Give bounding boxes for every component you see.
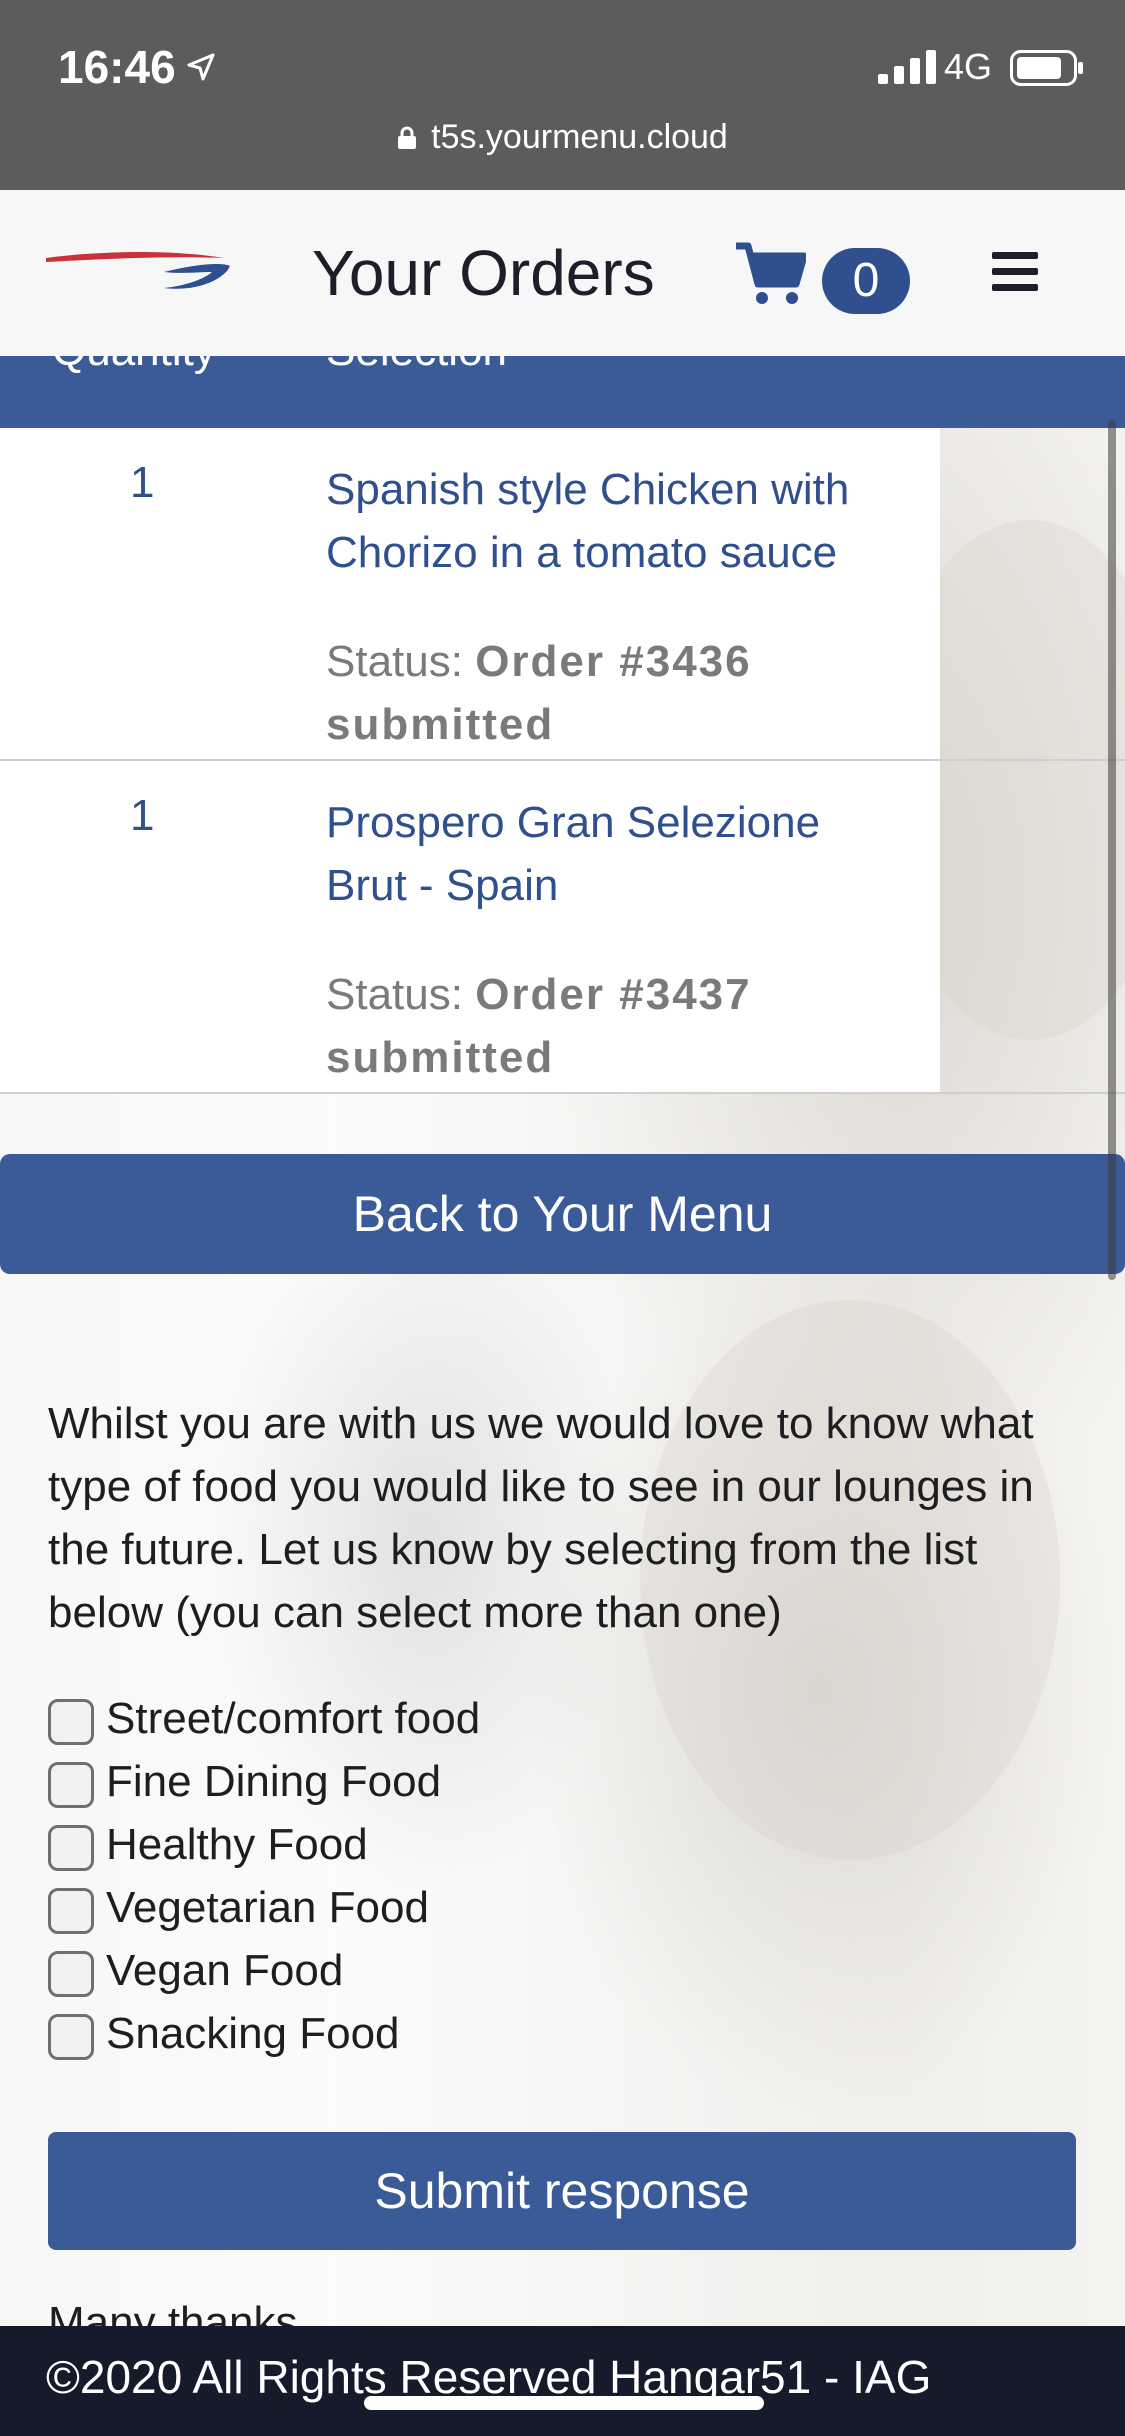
order-selection[interactable]: Spanish style Chicken with Chorizo in a … <box>326 458 886 584</box>
home-indicator[interactable] <box>364 2396 764 2410</box>
signal-strength-icon <box>878 50 936 84</box>
option-snacking-food[interactable]: Snacking Food <box>48 2009 400 2069</box>
page-footer: ©2020 All Rights Reserved Hangar51 - IAG <box>0 2326 1125 2436</box>
order-status: Status: Order #3436 submitted <box>326 630 886 756</box>
option-healthy-food[interactable]: Healthy Food <box>48 1820 368 1880</box>
airline-logo[interactable] <box>46 248 230 294</box>
option-label: Vegetarian Food <box>106 1883 429 1932</box>
option-label: Healthy Food <box>106 1820 368 1869</box>
location-arrow-icon <box>187 53 215 81</box>
option-street-comfort-food[interactable]: Street/comfort food <box>48 1694 480 1754</box>
status-label: Status: <box>326 970 463 1019</box>
column-header-quantity: Quantity <box>52 356 216 376</box>
order-row: 1 Spanish style Chicken with Chorizo in … <box>0 428 940 759</box>
checkbox[interactable] <box>48 1762 94 1808</box>
address-bar[interactable]: t5s.yourmenu.cloud <box>0 118 1125 157</box>
submit-response-button[interactable]: Submit response <box>48 2132 1076 2250</box>
option-vegetarian-food[interactable]: Vegetarian Food <box>48 1883 429 1943</box>
shopping-cart-icon[interactable] <box>734 240 806 306</box>
page-title: Your Orders <box>312 237 655 309</box>
option-vegan-food[interactable]: Vegan Food <box>48 1946 343 2006</box>
option-label: Fine Dining Food <box>106 1757 442 1806</box>
survey-intro: Whilst you are with us we would love to … <box>48 1399 1034 1637</box>
checkbox[interactable] <box>48 1888 94 1934</box>
orders-table-header: Quantity Selection <box>0 356 1125 428</box>
clock: 16:46 <box>58 41 176 93</box>
battery-icon <box>1010 50 1083 86</box>
option-fine-dining-food[interactable]: Fine Dining Food <box>48 1757 441 1817</box>
status-bar: 16:46 4G t5s.yourmenu.cloud <box>0 0 1125 190</box>
column-header-selection: Selection <box>326 356 507 376</box>
checkbox[interactable] <box>48 1951 94 1997</box>
page-scrollbar[interactable] <box>1108 420 1116 1280</box>
url-text: t5s.yourmenu.cloud <box>431 118 728 156</box>
network-type: 4G <box>944 46 993 87</box>
lock-icon <box>398 126 417 149</box>
checkbox[interactable] <box>48 1825 94 1871</box>
cart-count-badge[interactable]: 0 <box>822 248 910 314</box>
order-quantity: 1 <box>130 458 155 507</box>
option-label: Vegan Food <box>106 1946 344 1995</box>
app-header: Your Orders 0 <box>0 190 1125 356</box>
status-label: Status: <box>326 637 463 686</box>
row-divider <box>0 1092 1125 1094</box>
option-label: Snacking Food <box>106 2009 400 2058</box>
option-label: Street/comfort food <box>106 1694 481 1743</box>
checkbox[interactable] <box>48 2014 94 2060</box>
order-selection[interactable]: Prospero Gran Selezione Brut - Spain <box>326 791 886 917</box>
order-row: 1 Prospero Gran Selezione Brut - Spain S… <box>0 761 940 1092</box>
hamburger-menu-icon[interactable] <box>992 252 1038 292</box>
order-quantity: 1 <box>130 791 155 840</box>
back-to-menu-button[interactable]: Back to Your Menu <box>0 1154 1125 1274</box>
order-status: Status: Order #3437 submitted <box>326 963 886 1089</box>
checkbox[interactable] <box>48 1699 94 1745</box>
